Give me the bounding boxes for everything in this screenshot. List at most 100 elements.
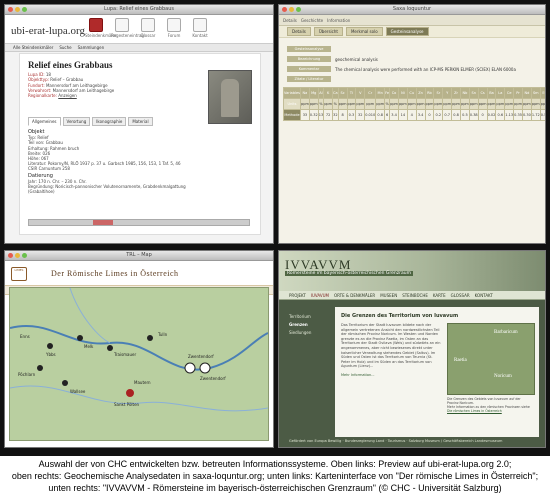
tab-location[interactable]: Verortung xyxy=(62,117,91,126)
sidebar-item-territory[interactable]: Territorium xyxy=(289,313,331,321)
nav-contact[interactable]: Kontakt xyxy=(189,18,211,38)
toolbar-history[interactable]: Geschichte xyxy=(301,18,323,23)
glossary-icon xyxy=(141,18,155,32)
site-marker[interactable] xyxy=(184,362,196,374)
table-cell: Nb xyxy=(459,87,470,99)
tab-general[interactable]: Allgemeines xyxy=(28,117,61,126)
table-cell: ppm xyxy=(504,98,515,110)
relief-image[interactable] xyxy=(208,70,252,124)
table-cell: La xyxy=(495,87,506,99)
nav-stonebooks[interactable]: STEINBÜCHE xyxy=(402,293,428,298)
table-cell: 0.8 xyxy=(375,109,386,121)
table-cell: 0.5 xyxy=(459,109,470,121)
monument-meta: Lupa ID: 18 Objekttyp: Relief – Grabbau … xyxy=(28,72,114,98)
nav-project[interactable]: PROJEKT xyxy=(289,293,306,298)
field-analysis: Gesteinsanalyse xyxy=(287,45,331,53)
table-cell: ppm xyxy=(442,98,453,110)
toolbar-info[interactable]: Information xyxy=(327,18,350,23)
relief-figure xyxy=(221,79,239,117)
dating-timeline[interactable] xyxy=(28,219,250,226)
table-cell: 0 xyxy=(477,109,488,121)
details-button[interactable]: Details xyxy=(287,27,311,36)
sidebar-item-borders[interactable]: Grenzen xyxy=(289,321,331,329)
table-cell: Pr xyxy=(513,87,523,99)
nav-register[interactable]: Regesteneintrag xyxy=(111,18,144,38)
nav-museums[interactable]: MUSEEN xyxy=(380,293,397,298)
site-marker[interactable] xyxy=(77,335,83,341)
table-cell: 0.59 xyxy=(539,109,545,121)
nav-contact[interactable]: KONTAKT xyxy=(475,293,493,298)
ivvavvm-content: Die Grenzen des Territorium von Iuvavum … xyxy=(335,307,539,437)
lupa-logo[interactable]: ubi-erat-lupa.org xyxy=(11,25,85,37)
saxa-toolbar: Details Geschichte Information xyxy=(279,15,545,26)
saxa-titlebar: Saxa loquuntur xyxy=(279,5,545,15)
table-cell: ppm xyxy=(424,98,435,110)
sidebar-item-settlements[interactable]: Siedlungen xyxy=(289,329,331,337)
table-cell: Cs xyxy=(477,87,488,99)
limes-logo[interactable]: LIMES xyxy=(11,267,27,281)
overview-button[interactable]: Übersicht xyxy=(313,27,343,36)
subnav-collections[interactable]: Sammlungen xyxy=(78,45,105,50)
tab-material[interactable]: Material xyxy=(128,117,153,126)
territory-map[interactable]: Barbaricum Raetia Noricum xyxy=(447,323,535,395)
table-cell: 3.4 xyxy=(389,109,399,121)
table-cell: 32 xyxy=(355,109,366,121)
table-cell: 0.02 xyxy=(486,109,497,121)
nav-glossary[interactable]: GLOSSAR xyxy=(451,293,470,298)
meta-value: Mannersdorf am Leithagebirge xyxy=(45,82,108,88)
regional-map-link[interactable]: Anzeigen xyxy=(58,93,76,98)
table-cell: 0.3 xyxy=(346,109,357,121)
more-info-link[interactable]: Mehr Information... xyxy=(341,373,441,378)
table-cell: 0.32 xyxy=(308,109,319,121)
nav-forum[interactable]: Forum xyxy=(163,18,185,38)
site-marker[interactable] xyxy=(107,345,113,351)
table-cell: ppm xyxy=(530,98,541,110)
table-cell: Nd xyxy=(521,87,532,99)
place-label: Ybbs xyxy=(45,352,56,357)
limes-logo-text: LIMES xyxy=(14,268,24,272)
table-cell: 0.010 xyxy=(364,109,377,121)
site-marker[interactable] xyxy=(47,343,53,349)
site-marker[interactable] xyxy=(62,380,68,386)
table-cell: 0 xyxy=(424,109,435,121)
analysis-table: Variables Na Mg Al K Ca Sc Ti V Cr Mn Fe Co Ni Cu Zn Rb S… xyxy=(283,87,545,121)
monument-details: Objekt Typ: Relief Teil von: Grabbau Erh… xyxy=(28,128,248,194)
ivvavvm-subtitle: Römersteine im bayerisch-österreichische… xyxy=(285,271,413,276)
place-label: Melk xyxy=(84,344,94,349)
site-marker-highlight[interactable] xyxy=(126,389,134,397)
table-cell: Ni xyxy=(397,87,408,99)
site-marker[interactable] xyxy=(199,362,211,374)
monument-card: Relief eines Grabbaus Lupa ID: 18 Objekt… xyxy=(19,53,261,235)
subnav-all[interactable]: Alle Steindenkmäler xyxy=(13,45,53,50)
nav-glossary[interactable]: Glossar xyxy=(137,18,159,38)
table-cell: ppm xyxy=(346,98,357,110)
nav-iuvavum[interactable]: IUVAVUM xyxy=(311,293,329,298)
nav-map[interactable]: KARTE xyxy=(433,293,446,298)
detail-line: (Grabaltihoe) xyxy=(28,189,55,195)
site-marker[interactable] xyxy=(147,335,153,341)
rock-analysis-button[interactable]: Gesteinsanalyse xyxy=(385,27,429,36)
site-marker[interactable] xyxy=(37,365,43,371)
tab-iconography[interactable]: Ikonographie xyxy=(92,117,127,126)
subnav-search[interactable]: Suche xyxy=(59,45,71,50)
ivvavvm-footer: Gefördert von Europa Bewillig · Bundesre… xyxy=(289,439,503,443)
table-cell: Sm xyxy=(530,87,541,99)
nav-places[interactable]: ORTE & DENKMÄLER xyxy=(334,293,375,298)
lupa-subnav: Alle Steindenkmäler Suche Sammlungen xyxy=(5,44,273,52)
row-header-cell: Methode xyxy=(283,109,301,121)
field-designation: Bezeichnung geochemical analysis xyxy=(287,55,378,63)
limes-map[interactable]: Zwentendorf Zwentendorf Tulln Traismauer… xyxy=(9,287,269,441)
saxa-window-title: Saxa loquuntur xyxy=(392,6,432,12)
nav-label: Forum xyxy=(167,33,181,38)
nav-label: Glossar xyxy=(140,33,156,38)
nav-monuments[interactable]: Steindenkmäler xyxy=(85,18,117,38)
toolbar-details[interactable]: Details xyxy=(283,18,297,23)
meta-value: 18 xyxy=(45,72,51,77)
map-link[interactable]: Die römischen Limes in Österreich xyxy=(447,409,533,413)
table-cell: Ce xyxy=(504,87,515,99)
table-cell: ppm xyxy=(513,98,523,110)
table-cell: ppm xyxy=(300,98,310,110)
place-label: Enns xyxy=(20,334,30,339)
content-heading: Die Grenzen des Territorium von Iuvavum xyxy=(341,313,459,319)
feature-button[interactable]: Merkmal solo xyxy=(345,27,383,36)
